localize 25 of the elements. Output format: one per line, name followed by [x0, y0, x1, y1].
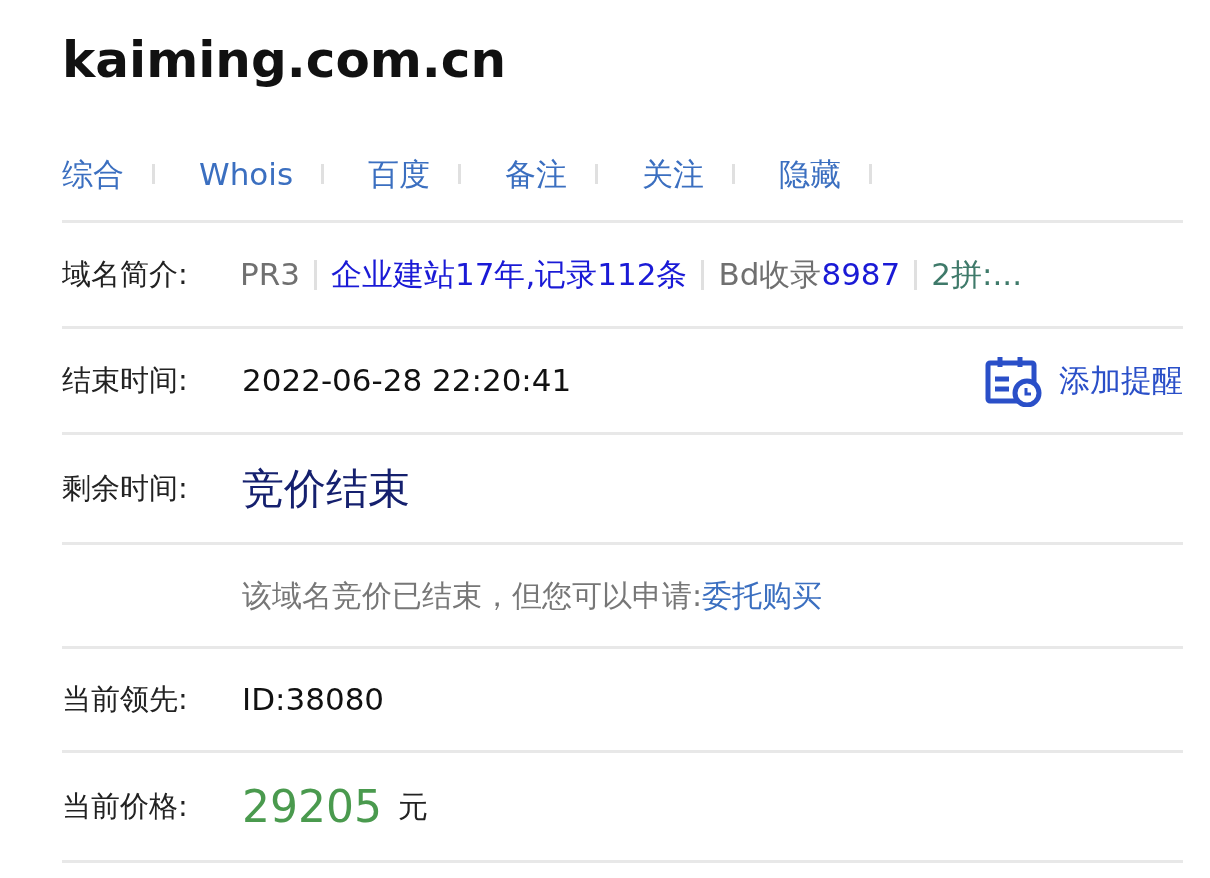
- field-label: 当前领先:: [62, 680, 189, 718]
- nav-link[interactable]: 关注: [642, 150, 705, 198]
- nav-link[interactable]: 隐藏: [779, 150, 842, 198]
- field-label: 剩余时间:: [62, 469, 189, 507]
- intro-text: Bd收录8987: [718, 255, 901, 295]
- calendar-clock-icon: [985, 354, 1043, 407]
- end-time: 2022-06-28 22:20:41: [242, 361, 572, 401]
- nav-link[interactable]: 百度: [368, 150, 431, 198]
- intro-text: PR3: [240, 255, 300, 295]
- field-label: 结束时间:: [62, 361, 189, 399]
- add-reminder-link[interactable]: 添加提醒: [985, 354, 1183, 407]
- notice-text: 该域名竞价已结束，但您可以申请:: [242, 577, 703, 615]
- entrust-purchase-link[interactable]: 委托购买: [702, 573, 823, 618]
- field-label: 域名简介:: [62, 255, 189, 293]
- intro-text: 2拼:...: [931, 255, 1023, 295]
- nav-link[interactable]: Whois: [199, 150, 294, 198]
- nav-link[interactable]: 备注: [505, 150, 568, 198]
- domain-title: kaiming.com.cn: [62, 30, 508, 91]
- price-value: 29205: [242, 779, 382, 834]
- intro-text: 企业建站17年,记录112条: [330, 255, 688, 295]
- field-label: 当前价格:: [62, 787, 189, 825]
- currency-unit: 元: [398, 788, 428, 826]
- nav-link[interactable]: 综合: [62, 150, 124, 198]
- auction-status: 竞价结束: [242, 463, 410, 515]
- leader-id: ID:38080: [242, 680, 385, 720]
